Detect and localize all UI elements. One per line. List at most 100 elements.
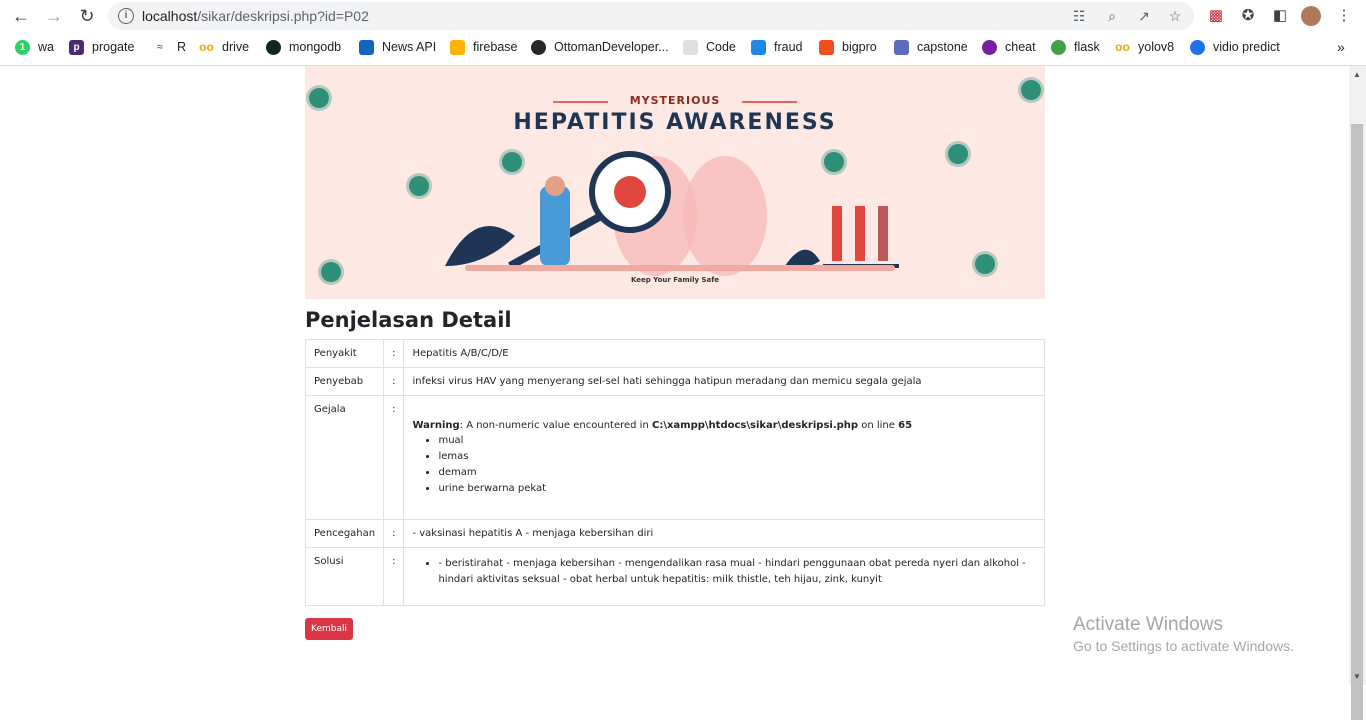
page-scrollbar[interactable]: ▲ ▼ bbox=[1349, 66, 1366, 720]
flask-icon bbox=[1051, 39, 1066, 55]
bookmark-label: progate bbox=[92, 40, 135, 54]
site-info-icon[interactable]: i bbox=[118, 8, 134, 24]
bookmark-label: Code bbox=[706, 40, 736, 54]
bookmark-code[interactable]: Code bbox=[683, 38, 736, 56]
warning-text: : A non-numeric value encountered in bbox=[459, 420, 652, 431]
row-value: - vaksinasi hepatitis A - menjaga kebers… bbox=[403, 519, 1045, 548]
zoom-icon[interactable]: ⌕ bbox=[1103, 7, 1121, 25]
scroll-down-icon[interactable]: ▼ bbox=[1353, 673, 1361, 681]
bookmark-mongodb[interactable]: mongodb bbox=[266, 38, 341, 56]
warning-path: C:\xampp\htdocs\sikar\deskripsi.php bbox=[651, 420, 859, 431]
warning-line: 65 bbox=[898, 420, 913, 431]
bookmark-label: capstone bbox=[917, 40, 968, 54]
extension-red-icon[interactable]: ▩ bbox=[1206, 6, 1226, 26]
detail-table: Penyakit : Hepatitis A/B/C/D/E Penyebab … bbox=[304, 339, 1045, 606]
bookmarks-overflow-icon[interactable]: » bbox=[1337, 38, 1345, 56]
row-value: - beristirahat - menjaga kebersihan - me… bbox=[403, 547, 1045, 606]
bookmark-drive[interactable]: oo drive bbox=[199, 38, 249, 56]
bookmark-label: cheat bbox=[1005, 40, 1036, 54]
figma-icon bbox=[819, 39, 834, 55]
progate-icon: p bbox=[69, 39, 84, 55]
bookmark-fraud[interactable]: fraud bbox=[751, 38, 803, 56]
row-label: Solusi bbox=[304, 547, 385, 606]
translate-icon[interactable]: ☷ bbox=[1070, 7, 1088, 25]
browser-chrome: ← → ↻ i localhost/sikar/deskripsi.php?id… bbox=[0, 0, 1366, 66]
forward-arrow-icon[interactable]: → bbox=[42, 5, 66, 27]
bookmark-label: fraud bbox=[774, 40, 803, 54]
watermark-subtitle: Go to Settings to activate Windows. bbox=[1073, 638, 1294, 654]
banner-illustration bbox=[445, 151, 899, 276]
watermark-title: Activate Windows bbox=[1073, 614, 1223, 635]
reload-icon[interactable]: ↻ bbox=[75, 5, 99, 27]
row-value: Warning: A non-numeric value encountered… bbox=[403, 395, 1045, 520]
bookmark-label: News API bbox=[382, 40, 437, 54]
main-content: MYSTERIOUS HEPATITIS AWARENESS Keep Your… bbox=[304, 66, 1045, 640]
row-label: Penyebab bbox=[304, 367, 385, 396]
back-arrow-icon[interactable]: ← bbox=[9, 5, 33, 27]
bookmark-cheat[interactable]: cheat bbox=[982, 38, 1036, 56]
side-panel-icon[interactable]: ◧ bbox=[1270, 6, 1290, 26]
warning-label: Warning bbox=[412, 420, 460, 431]
row-colon: : bbox=[383, 547, 405, 606]
page-title: Penjelasan Detail bbox=[305, 308, 512, 332]
bookmark-label: vidio predict bbox=[1213, 40, 1280, 54]
colab-icon: oo bbox=[199, 39, 214, 54]
profile-avatar[interactable] bbox=[1301, 6, 1321, 26]
code-icon bbox=[683, 39, 698, 55]
bookmark-github[interactable]: OttomanDeveloper... bbox=[531, 38, 669, 56]
wa-icon: 1 bbox=[15, 39, 30, 55]
php-warning: Warning: A non-numeric value encountered… bbox=[412, 420, 1036, 431]
bookmark-firebase[interactable]: firebase bbox=[450, 38, 517, 56]
bookmark-bigpro[interactable]: bigpro bbox=[819, 38, 877, 56]
list-item: urine berwarna pekat bbox=[438, 481, 1036, 497]
table-row-pencegahan: Pencegahan : - vaksinasi hepatitis A - m… bbox=[304, 519, 1045, 548]
bookmark-label: OttomanDeveloper... bbox=[554, 40, 669, 54]
bookmark-label: drive bbox=[222, 40, 250, 54]
list-item: demam bbox=[438, 465, 1036, 481]
windows-activation-watermark: Activate Windows Go to Settings to activ… bbox=[1073, 614, 1294, 654]
row-colon: : bbox=[383, 519, 405, 548]
colab-icon: oo bbox=[1115, 39, 1130, 54]
table-row-gejala: Gejala : Warning: A non-numeric value en… bbox=[304, 395, 1045, 520]
navigation-bar: ← → ↻ i localhost/sikar/deskripsi.php?id… bbox=[0, 0, 1366, 32]
row-colon: : bbox=[383, 395, 405, 520]
bookmarks-bar: 1 wa p progate ≈ R oo drive mongodb News API… bbox=[0, 34, 1366, 60]
list-item: lemas bbox=[438, 449, 1036, 465]
hepatitis-banner-image: MYSTERIOUS HEPATITIS AWARENESS Keep Your… bbox=[305, 66, 1045, 299]
back-button[interactable]: Kembali bbox=[305, 618, 353, 640]
bookmark-yolov8[interactable]: oo yolov8 bbox=[1115, 38, 1174, 56]
bookmark-star-icon[interactable]: ☆ bbox=[1166, 7, 1184, 25]
capstone-icon bbox=[894, 39, 909, 55]
scroll-up-icon[interactable]: ▲ bbox=[1353, 71, 1361, 79]
menu-kebab-icon[interactable]: ⋮ bbox=[1334, 6, 1354, 26]
github-icon bbox=[531, 39, 546, 55]
bookmark-newsapi[interactable]: News API bbox=[359, 38, 436, 56]
table-row-penyebab: Penyebab : infeksi virus HAV yang menyer… bbox=[304, 367, 1045, 396]
bookmark-label: wa bbox=[38, 40, 54, 54]
share-icon[interactable]: ↗ bbox=[1135, 7, 1153, 25]
table-row-penyakit: Penyakit : Hepatitis A/B/C/D/E bbox=[304, 339, 1045, 368]
bookmark-vidio-predict[interactable]: vidio predict bbox=[1190, 38, 1280, 56]
address-bar[interactable]: i localhost/sikar/deskripsi.php?id=P02 ☷… bbox=[108, 2, 1194, 30]
row-label: Penyakit bbox=[304, 339, 385, 368]
mongodb-icon bbox=[266, 39, 281, 55]
scrollbar-thumb[interactable] bbox=[1351, 124, 1363, 720]
bookmark-label: mongodb bbox=[289, 40, 342, 54]
url-host: localhost bbox=[142, 8, 198, 24]
bookmark-wa[interactable]: 1 wa bbox=[15, 38, 54, 56]
bookmark-r[interactable]: ≈ R bbox=[151, 38, 186, 56]
url-text[interactable]: localhost/sikar/deskripsi.php?id=P02 bbox=[142, 8, 369, 24]
warning-text: on line bbox=[858, 420, 899, 431]
row-value: Hepatitis A/B/C/D/E bbox=[403, 339, 1045, 368]
row-label: Pencegahan bbox=[304, 519, 385, 548]
cheat-icon bbox=[982, 39, 997, 55]
row-colon: : bbox=[383, 367, 405, 396]
bookmark-flask[interactable]: flask bbox=[1051, 38, 1100, 56]
bookmark-label: yolov8 bbox=[1138, 40, 1175, 54]
row-value: infeksi virus HAV yang menyerang sel-sel… bbox=[403, 367, 1045, 396]
extensions-puzzle-icon[interactable]: ✪ bbox=[1238, 6, 1258, 26]
list-item: - beristirahat - menjaga kebersihan - me… bbox=[438, 556, 1036, 588]
bookmark-capstone[interactable]: capstone bbox=[894, 38, 968, 56]
bookmark-progate[interactable]: p progate bbox=[69, 38, 134, 56]
newsapi-icon bbox=[359, 39, 374, 55]
